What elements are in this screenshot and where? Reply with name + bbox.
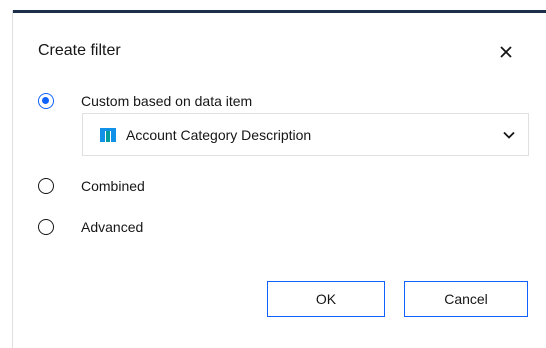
option-combined[interactable]: Combined bbox=[38, 178, 145, 194]
chevron-down-icon[interactable] bbox=[502, 128, 516, 142]
table-column-icon bbox=[100, 127, 116, 142]
dialog-left-border bbox=[12, 10, 13, 348]
option-label: Combined bbox=[81, 178, 145, 194]
select-value: Account Category Description bbox=[126, 126, 312, 143]
option-advanced[interactable]: Advanced bbox=[38, 219, 143, 235]
radio-custom[interactable] bbox=[38, 93, 54, 109]
ok-button[interactable]: OK bbox=[267, 281, 385, 317]
create-filter-dialog: Create filter Custom based on data item … bbox=[0, 0, 546, 348]
radio-combined[interactable] bbox=[38, 178, 54, 194]
dialog-top-bar bbox=[12, 10, 546, 13]
close-icon bbox=[500, 46, 512, 58]
dialog-title: Create filter bbox=[38, 42, 121, 59]
close-button[interactable] bbox=[496, 42, 516, 62]
option-label: Custom based on data item bbox=[81, 93, 253, 109]
data-item-select[interactable]: Account Category Description bbox=[82, 113, 529, 156]
cancel-button[interactable]: Cancel bbox=[404, 281, 528, 317]
radio-advanced[interactable] bbox=[38, 219, 54, 235]
option-custom-based-on-data-item[interactable]: Custom based on data item bbox=[38, 93, 252, 109]
option-label: Advanced bbox=[81, 219, 144, 235]
